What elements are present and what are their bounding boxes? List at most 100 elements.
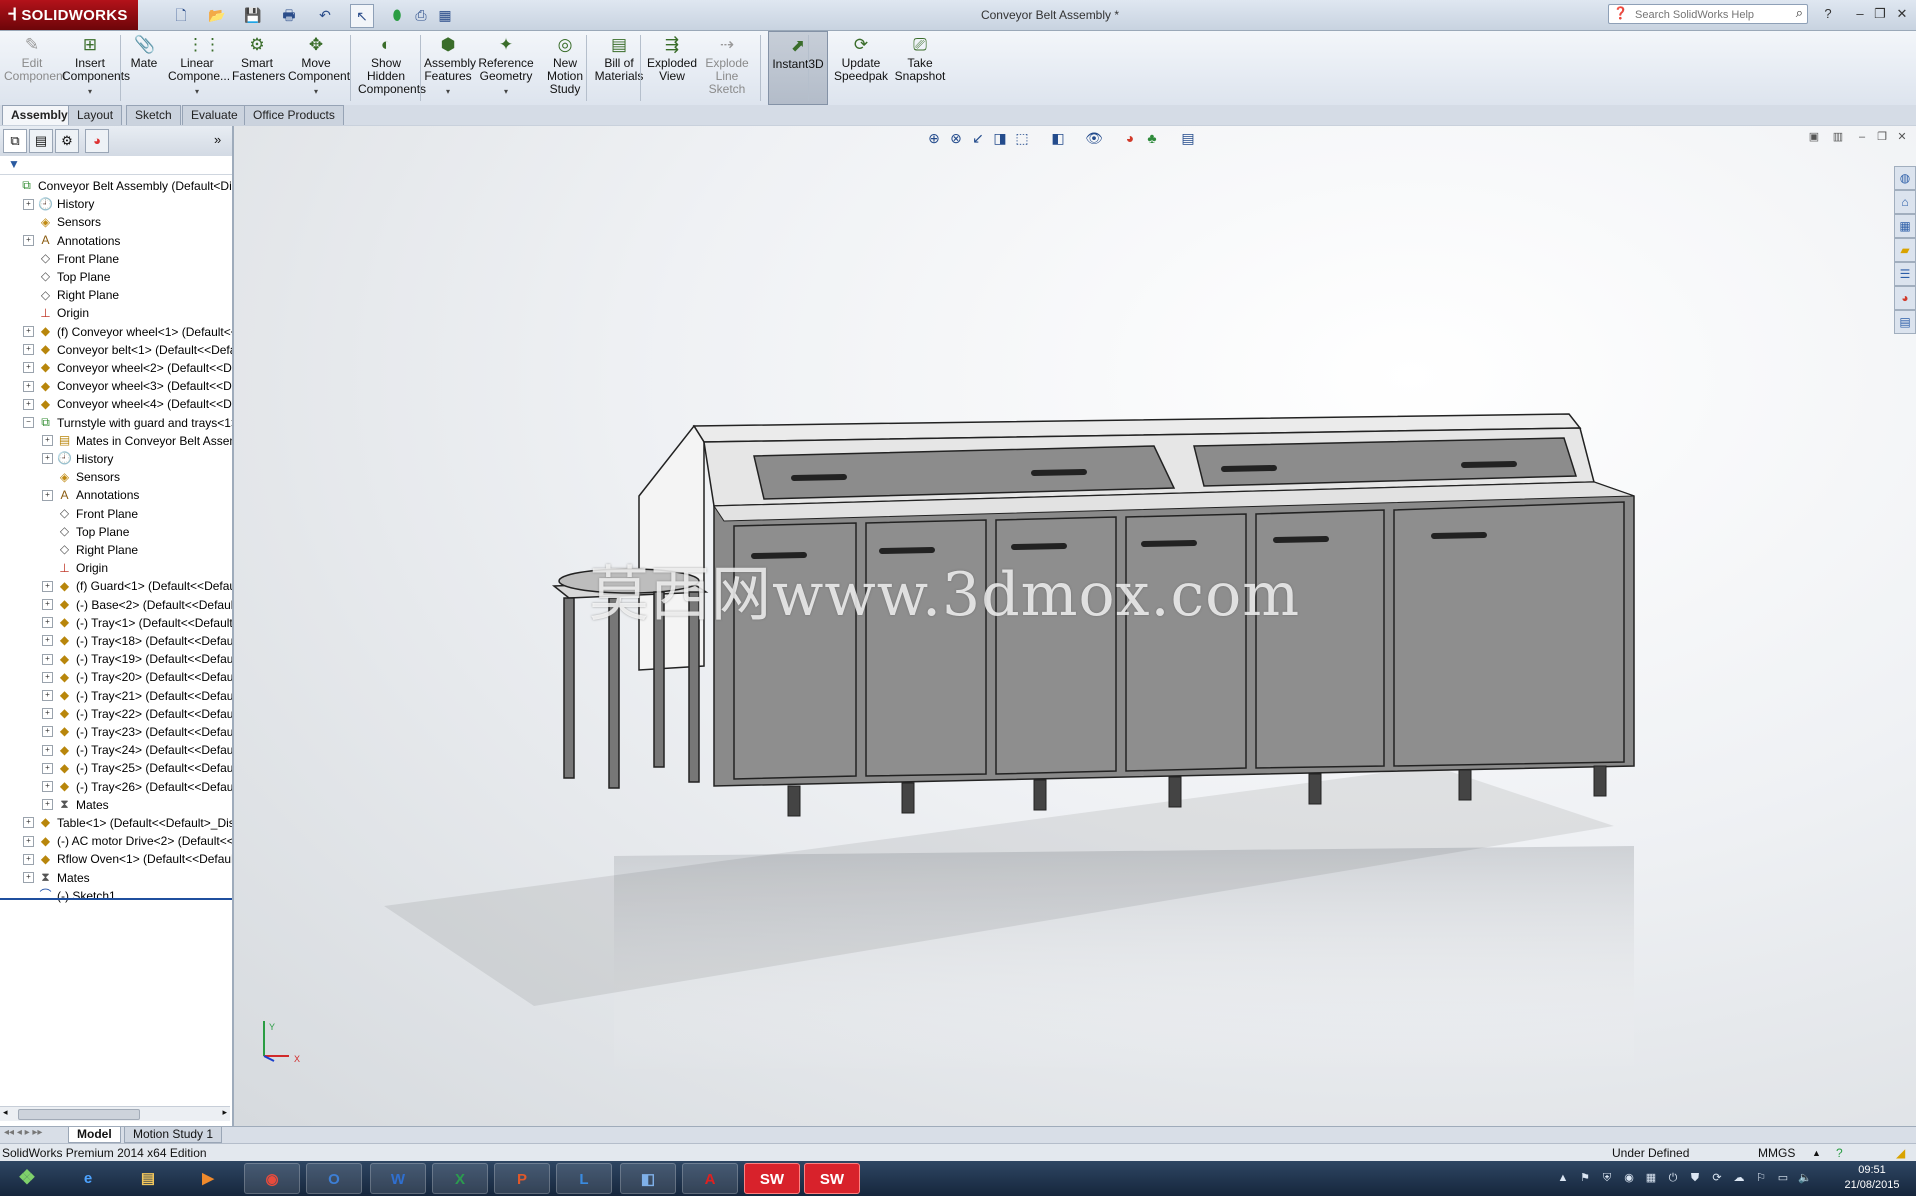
tree-row[interactable]: + ▤ Mates in Conveyor Belt Assembl [42,431,232,449]
tree-horizontal-scrollbar[interactable]: ◂ ▸ [0,1106,230,1121]
acrobat-icon[interactable]: A [682,1163,738,1194]
select-pointer-icon[interactable]: ↖ [350,4,374,28]
expand-icon[interactable]: + [42,453,53,465]
dropdown-arrow-icon[interactable]: ▾ [62,85,118,98]
outlook-icon[interactable]: O [306,1163,362,1194]
save-icon[interactable]: 💾 [242,4,264,26]
units-selector[interactable]: MMGS [1758,1144,1795,1162]
command-insert-components[interactable]: ⊞ Insert Components ▾ [62,31,130,105]
expand-icon[interactable]: + [23,362,34,374]
tree-row[interactable]: + ◆ (-) Base<2> (Default<<Default>_ [42,595,232,613]
tab-scroll-icons[interactable]: ◂◂ ◂ ▸ ▸▸ [4,1127,42,1138]
expand-icon[interactable]: + [23,234,34,246]
tray-sync-icon[interactable]: ⟳ [1710,1171,1724,1185]
open-folder-icon[interactable]: 📂 [206,4,228,26]
graphics-area[interactable]: ⊕ ⊗ ↙ ◨ ⬚ ◧ 👁 ◕ ♣ ▤ ▣ ▥ – ❐ ✕ ◍ ⌂ ▦ ▰ ☰ … [234,126,1916,1126]
expand-icon[interactable]: + [23,871,34,883]
command-speedpak[interactable]: ⟳ Update Speedpak [834,31,888,105]
close-icon[interactable]: ✕ [1892,4,1912,24]
tree-row[interactable]: + ◆ Conveyor wheel<2> (Default<<Defa [23,358,232,376]
scroll-right-icon[interactable]: ▸ [222,1107,227,1118]
ie-icon[interactable]: e [60,1163,116,1194]
tray-outlook-icon[interactable]: ◉ [1622,1171,1636,1185]
command-exploded-view[interactable]: ⇶ Exploded View [646,31,698,105]
units-up-icon[interactable]: ▲ [1812,1144,1821,1162]
command-linear-pattern[interactable]: ⋮⋮ Linear Compone... ▾ [168,31,230,105]
tab-sketch[interactable]: Sketch [126,105,181,125]
lync-icon[interactable]: L [556,1163,612,1194]
tree-row[interactable]: + ◆ (-) Tray<25> (Default<<Default> [42,758,232,776]
tree-row[interactable]: + A Annotations [42,485,232,503]
tray-cloud-icon[interactable]: ☁ [1732,1171,1746,1185]
tree-row[interactable]: ◈ Sensors [23,212,232,230]
dropdown-arrow-icon[interactable]: ▾ [424,85,472,98]
expand-icon[interactable]: + [23,817,34,829]
tree-row[interactable]: + 🕘 History [42,449,232,467]
media-player-icon[interactable]: ▶ [180,1163,236,1194]
tree-row[interactable]: + ◆ (-) Tray<22> (Default<<Default> [42,704,232,722]
expand-icon[interactable]: + [42,780,53,792]
tree-row[interactable]: + ◆ (-) Tray<18> (Default<<Default> [42,631,232,649]
tree-row[interactable]: ⊥ Origin [23,303,232,321]
tree-row[interactable]: + ◆ (f) Conveyor wheel<1> (Default<<D [23,322,232,340]
tray-power-icon[interactable]: ⏻ [1666,1171,1680,1185]
tree-row[interactable]: + ◆ (-) Tray<23> (Default<<Default> [42,722,232,740]
expand-icon[interactable]: + [42,635,53,647]
expand-icon[interactable]: + [42,617,53,629]
tree-filter-bar[interactable]: ▼ [0,156,232,175]
expand-panel-icon[interactable]: » [214,132,221,147]
display-manager-tab-icon[interactable]: ◕ [85,129,109,153]
tree-row[interactable]: + 🕘 History [23,194,232,212]
tree-row[interactable]: + ◆ Rflow Oven<1> (Default<<Default> [23,849,232,867]
scroll-thumb[interactable] [18,1109,140,1120]
tree-row[interactable]: ◇ Right Plane [42,540,232,558]
tab-office-products[interactable]: Office Products [244,105,344,125]
search-box[interactable]: ❓ ⌕ [1608,4,1808,24]
print-icon[interactable]: 🖶 [278,4,300,26]
rebuild-icon[interactable]: ⬮ [386,4,408,26]
configuration-manager-tab-icon[interactable]: ⚙ [55,129,79,153]
solidworks-logo[interactable]: Ꟶ SOLIDWORKS [0,0,138,30]
tab-model[interactable]: Model [68,1127,121,1143]
scroll-left-icon[interactable]: ◂ [3,1107,8,1118]
command-assembly-features[interactable]: ⬢ Assembly Features ▾ [424,31,476,105]
undo-icon[interactable]: ↶ [314,4,336,26]
expand-icon[interactable]: + [42,799,53,811]
expand-icon[interactable]: + [23,198,34,210]
tree-row[interactable]: ◇ Front Plane [23,249,232,267]
expand-icon[interactable]: + [23,853,34,865]
tab-assembly[interactable]: Assembly [2,105,77,125]
tree-row[interactable]: + ◆ Conveyor belt<1> (Default<<Defau [23,340,232,358]
rebuild-status-icon[interactable]: ◢ [1896,1144,1905,1162]
expand-icon[interactable]: + [42,653,53,665]
command-edit-component[interactable]: ✎ Edit Component [4,31,66,105]
tray-flag-icon[interactable]: ⚑ [1578,1171,1592,1185]
command-mate[interactable]: 📎 Mate [124,31,164,105]
command-move-component[interactable]: ✥ Move Component ▾ [288,31,350,105]
expand-icon[interactable]: + [23,835,34,847]
expand-icon[interactable]: + [23,380,34,392]
expand-icon[interactable]: + [42,708,53,720]
expand-icon[interactable]: + [42,580,53,592]
file-properties-icon[interactable]: ⎙ [410,4,432,26]
expand-icon[interactable]: + [23,344,34,356]
tree-row[interactable]: ◈ Sensors [42,467,232,485]
app-icon[interactable]: ◧ [620,1163,676,1194]
tree-row[interactable]: ◇ Right Plane [23,285,232,303]
command-smart-fasteners[interactable]: ⚙ Smart Fasteners [232,31,285,105]
tab-motion-study[interactable]: Motion Study 1 [124,1127,223,1143]
help-icon[interactable]: ? [1818,4,1838,24]
tray-action-icon[interactable]: ⚐ [1754,1171,1768,1185]
minimize-icon[interactable]: – [1850,4,1870,24]
command-explode-line[interactable]: ⇢ Explode Line Sketch [702,31,752,105]
start-button-icon[interactable]: ❖ [4,1163,50,1194]
tree-row[interactable]: ◇ Front Plane [42,504,232,522]
tree-row[interactable]: + ◆ (-) Tray<26> (Default<<Default> [42,777,232,795]
tray-security-icon[interactable]: ⛊ [1688,1171,1702,1185]
expand-icon[interactable]: + [42,435,53,447]
tree-row[interactable]: ⌒ (-) Sketch1 [23,886,232,904]
tree-row[interactable]: + ◆ (-) Tray<19> (Default<<Default> [42,649,232,667]
expand-icon[interactable]: + [23,398,34,410]
expand-icon[interactable]: + [42,762,53,774]
tree-row[interactable]: + ◆ (-) Tray<24> (Default<<Default> [42,740,232,758]
